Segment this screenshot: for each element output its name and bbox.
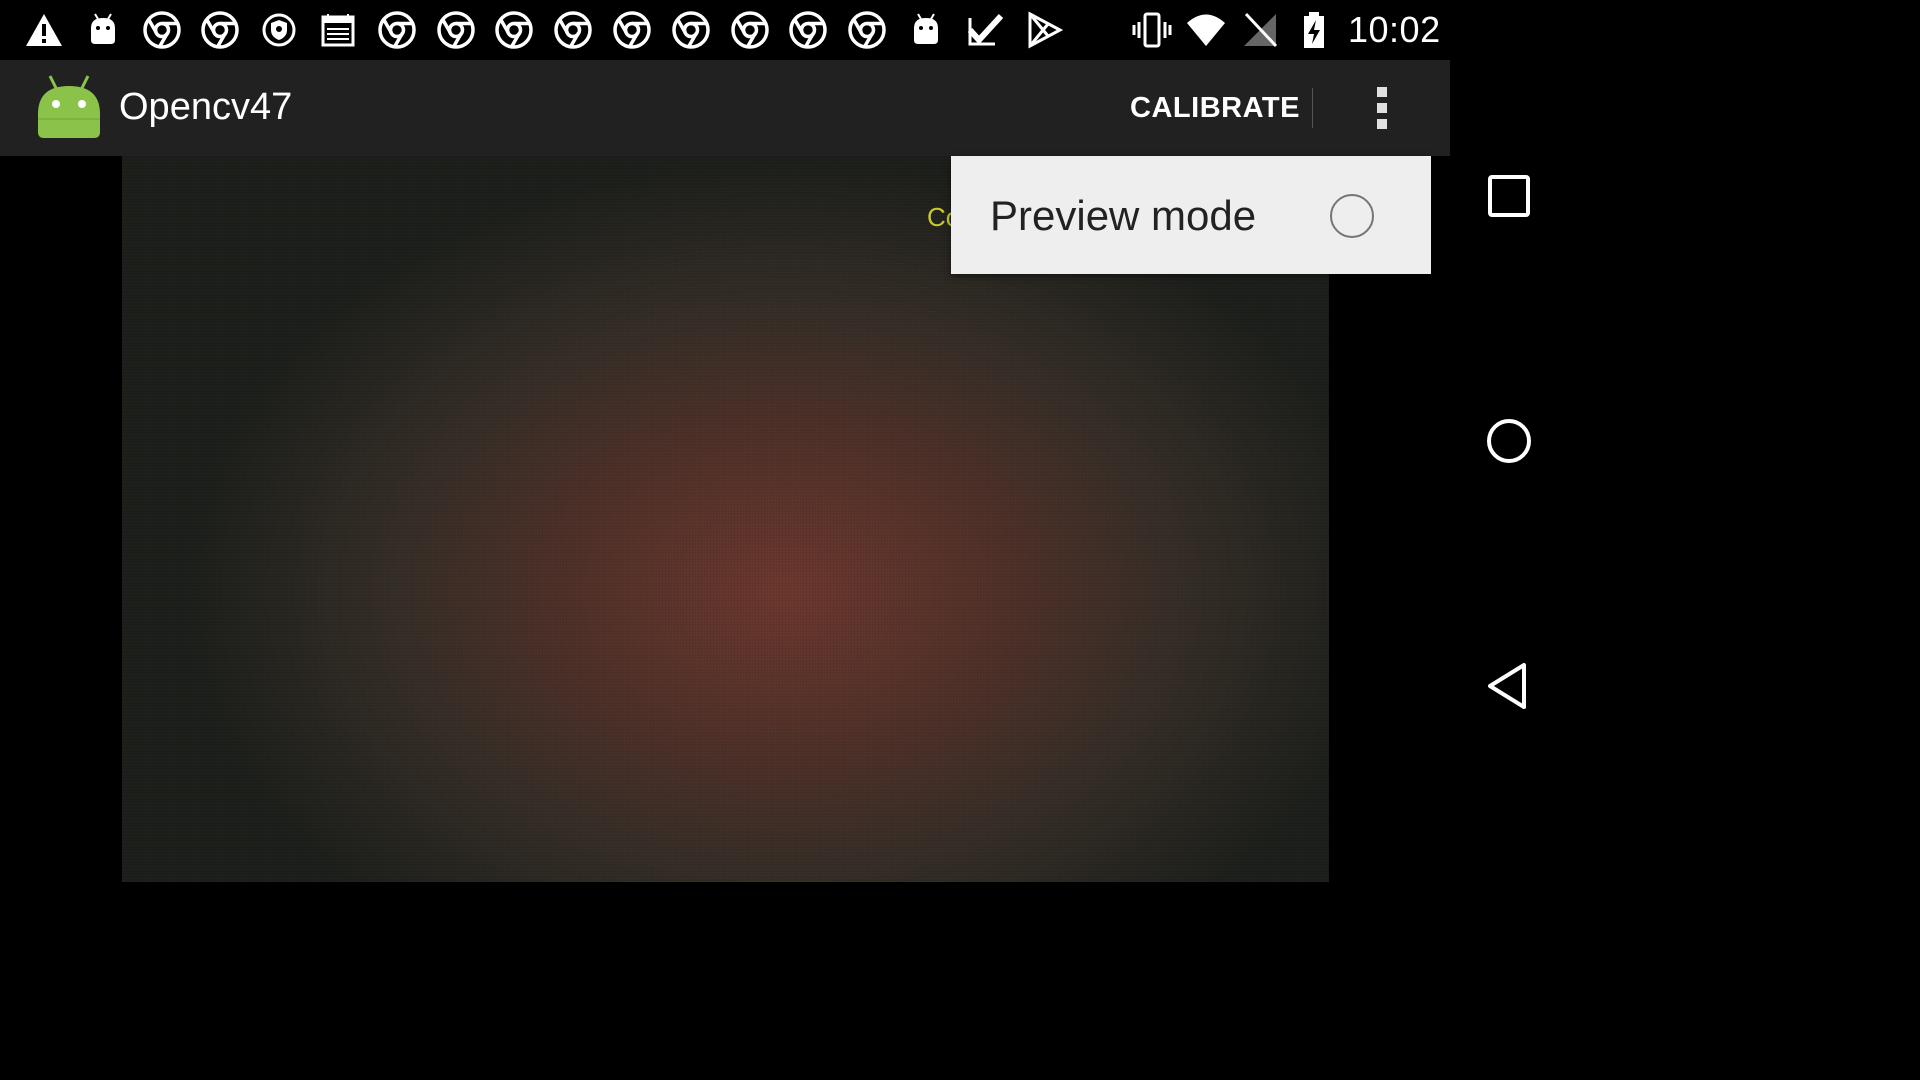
navigation-bar — [1450, 0, 1568, 882]
chrome-icon — [492, 8, 536, 52]
system-status-icons: 10:02 — [1128, 8, 1441, 52]
android-icon — [81, 8, 125, 52]
calibrate-button[interactable]: CALIBRATE — [1126, 84, 1304, 132]
chrome-icon — [669, 8, 713, 52]
recents-button[interactable] — [1479, 166, 1539, 226]
play-store-icon — [1022, 8, 1066, 52]
status-bar: 10:02 — [0, 0, 1450, 60]
chrome-icon — [375, 8, 419, 52]
wifi-icon — [1182, 8, 1230, 52]
android-logo-icon — [36, 74, 102, 140]
home-button[interactable] — [1479, 411, 1539, 471]
more-vert-icon — [1377, 87, 1387, 97]
menu-item-label: Preview mode — [990, 192, 1257, 239]
calendar-icon — [316, 8, 360, 52]
back-icon — [1488, 663, 1526, 709]
clock: 10:02 — [1348, 9, 1441, 50]
checkmark-icon — [963, 8, 1007, 52]
chrome-icon — [434, 8, 478, 52]
action-bar: Opencv47 CALIBRATE — [0, 60, 1450, 156]
vibrate-icon — [1128, 8, 1176, 52]
overflow-menu-button[interactable] — [1356, 78, 1408, 138]
android-icon — [904, 8, 948, 52]
chrome-icon — [786, 8, 830, 52]
chrome-icon — [728, 8, 772, 52]
home-icon — [1487, 419, 1531, 463]
menu-item-preview-mode[interactable]: Preview mode — [951, 156, 1431, 274]
chrome-icon — [198, 8, 242, 52]
preview-mode-radio[interactable] — [1330, 194, 1374, 238]
shield-icon — [257, 8, 301, 52]
back-button[interactable] — [1479, 656, 1539, 716]
battery-charging-icon — [1290, 8, 1338, 52]
chrome-icon — [551, 8, 595, 52]
chrome-icon — [610, 8, 654, 52]
action-divider — [1312, 88, 1313, 128]
warning-icon — [22, 8, 66, 52]
chrome-icon — [845, 8, 889, 52]
chrome-icon — [140, 8, 184, 52]
recents-icon — [1488, 175, 1530, 217]
app-title: Opencv47 — [119, 86, 293, 128]
overflow-popup-menu: Preview mode — [951, 156, 1431, 274]
no-sim-icon — [1236, 8, 1284, 52]
notification-icons — [22, 8, 1080, 52]
